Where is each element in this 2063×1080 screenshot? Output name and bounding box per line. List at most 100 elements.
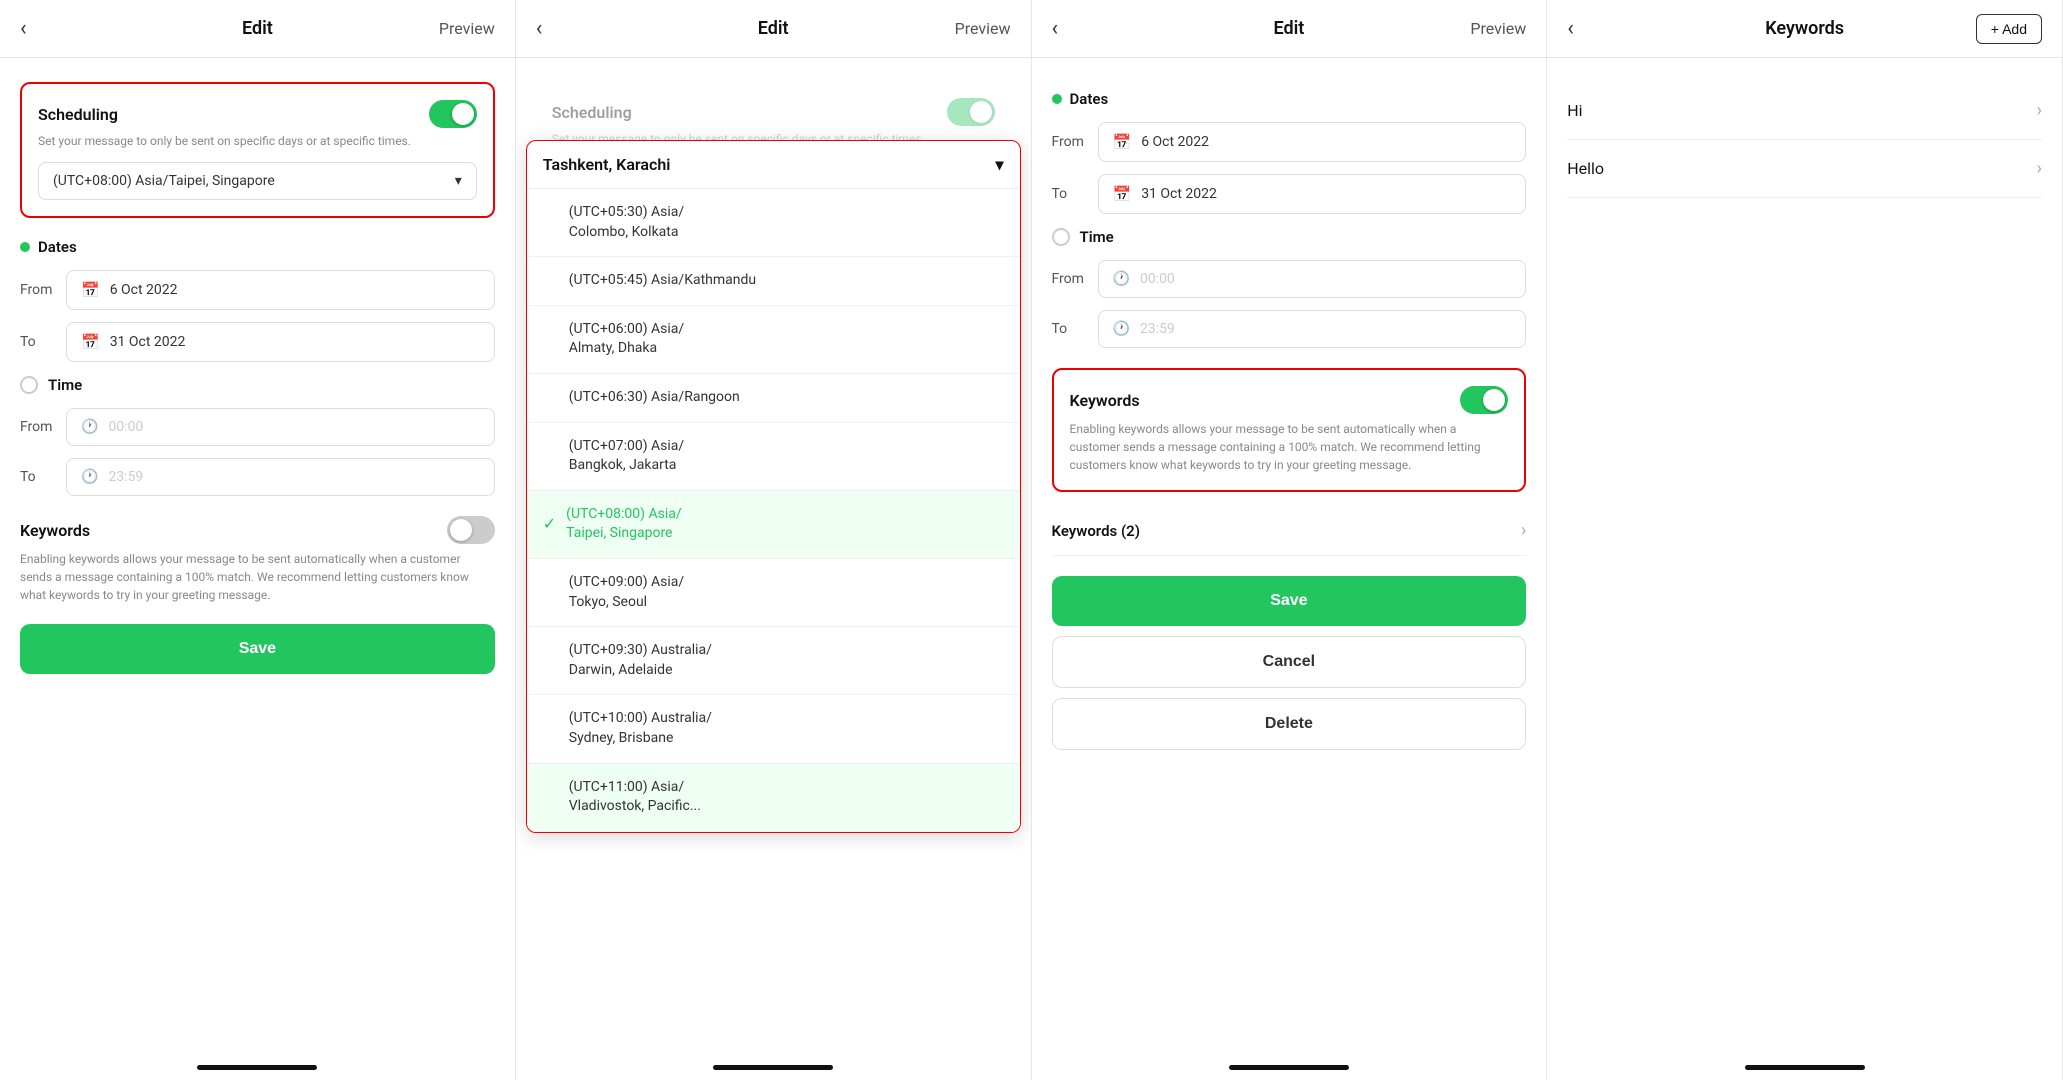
panel-2-scheduling-row: Scheduling — [552, 98, 995, 126]
panel-2-item-label-0: (UTC+05:30) Asia/Colombo, Kolkata — [569, 203, 684, 242]
panel-4-keyword-text-0: Hi — [1567, 101, 1582, 120]
panel-2-dropdown-item-5[interactable]: ✓ (UTC+08:00) Asia/Taipei, Singapore — [527, 491, 1020, 559]
panel-1-timezone-value: (UTC+08:00) Asia/Taipei, Singapore — [53, 173, 275, 189]
panel-2-scheduling-toggle[interactable] — [947, 98, 995, 126]
panel-1-time-to-input[interactable]: 🕐 23:59 — [66, 458, 495, 496]
panel-1-dates-label: Dates — [38, 238, 77, 256]
panel-3-to-label: To — [1052, 186, 1086, 202]
panel-1-to-calendar-icon: 📅 — [81, 333, 100, 351]
panel-2-back-button[interactable]: ‹ — [536, 16, 543, 41]
panel-3-back-button[interactable]: ‹ — [1052, 16, 1059, 41]
panel-3-preview-button[interactable]: Preview — [1470, 19, 1526, 38]
panel-4-content: Hi › Hello › — [1547, 58, 2062, 1055]
panel-1-from-calendar-icon: 📅 — [81, 281, 100, 299]
panel-1-time-from-clock-icon: 🕐 — [81, 419, 98, 435]
panel-2-dropdown-item-4[interactable]: (UTC+07:00) Asia/Bangkok, Jakarta — [527, 423, 1020, 491]
panel-3-time-from-value: 00:00 — [1140, 271, 1175, 287]
panel-1-time-to-label: To — [20, 469, 54, 485]
panel-2-timezone-dropdown[interactable]: Tashkent, Karachi ▾ (UTC+05:30) Asia/Col… — [526, 140, 1021, 833]
panel-1-time-from-input[interactable]: 🕐 00:00 — [66, 408, 495, 446]
panel-3-keywords-desc: Enabling keywords allows your message to… — [1070, 420, 1509, 474]
panel-3-keywords-toggle[interactable] — [1460, 386, 1508, 414]
panel-3-time-from-input[interactable]: 🕐 00:00 — [1098, 260, 1527, 298]
panel-2-dropdown-item-0[interactable]: (UTC+05:30) Asia/Colombo, Kolkata — [527, 189, 1020, 257]
panel-3-time-header: Time — [1052, 228, 1527, 246]
panel-1-keywords-title: Keywords — [20, 521, 90, 540]
panel-1-scheduling-toggle[interactable] — [429, 100, 477, 128]
panel-2-dropdown-item-9[interactable]: (UTC+11:00) Asia/Vladivostok, Pacific... — [527, 764, 1020, 832]
panel-1-to-input[interactable]: 📅 31 Oct 2022 — [66, 322, 495, 362]
panel-2-scheduling-title: Scheduling — [552, 103, 632, 122]
panel-1-scheduling-desc: Set your message to only be sent on spec… — [38, 134, 477, 148]
panel-4-keyword-text-1: Hello — [1567, 159, 1604, 178]
panel-4-add-button[interactable]: + Add — [1976, 14, 2042, 44]
panel-2-header: ‹ Edit Preview — [516, 0, 1031, 58]
panel-3-time-to-row: To 🕐 23:59 — [1052, 310, 1527, 348]
panel-2-dropdown-item-7[interactable]: (UTC+09:30) Australia/Darwin, Adelaide — [527, 627, 1020, 695]
panel-1-keywords-row: Keywords — [20, 516, 495, 544]
panel-2-dropdown-item-1[interactable]: (UTC+05:45) Asia/Kathmandu — [527, 257, 1020, 306]
panel-1-to-value: 31 Oct 2022 — [110, 334, 186, 350]
panel-3-time-to-value: 23:59 — [1140, 321, 1175, 337]
panel-3-time-from-label: From — [1052, 271, 1086, 287]
panel-3-save-button[interactable]: Save — [1052, 576, 1527, 626]
panel-4-keyword-item-1[interactable]: Hello › — [1567, 140, 2042, 198]
panel-2-item-label-9: (UTC+11:00) Asia/Vladivostok, Pacific... — [569, 778, 701, 817]
panel-2-dropdown-selected[interactable]: Tashkent, Karachi ▾ — [527, 141, 1020, 189]
panel-1-scheduling-box: Scheduling Set your message to only be s… — [20, 82, 495, 218]
panel-2-dropdown-item-2[interactable]: (UTC+06:00) Asia/Almaty, Dhaka — [527, 306, 1020, 374]
panel-3-content: Dates From 📅 6 Oct 2022 To 📅 31 Oct 2022… — [1032, 58, 1547, 1055]
panel-2-preview-button[interactable]: Preview — [955, 19, 1011, 38]
panel-3-to-value: 31 Oct 2022 — [1141, 186, 1217, 202]
panel-1-keywords-toggle[interactable] — [447, 516, 495, 544]
panel-1-from-label: From — [20, 282, 54, 298]
panel-2-dropdown-item-6[interactable]: (UTC+09:00) Asia/Tokyo, Seoul — [527, 559, 1020, 627]
panel-3-keywords-box: Keywords Enabling keywords allows your m… — [1052, 368, 1527, 492]
panel-2: ‹ Edit Preview Scheduling Set your messa… — [516, 0, 1032, 1080]
panel-2-item-label-3: (UTC+06:30) Asia/Rangoon — [569, 388, 740, 408]
panel-1-scheduling-title: Scheduling — [38, 105, 118, 124]
panel-1-timezone-select[interactable]: (UTC+08:00) Asia/Taipei, Singapore ▾ — [38, 162, 477, 200]
panel-1-time-to-row: To 🕐 23:59 — [20, 458, 495, 496]
panel-1-time-header: Time — [20, 376, 495, 394]
panel-3-time-from-row: From 🕐 00:00 — [1052, 260, 1527, 298]
panel-2-dropdown-item-3[interactable]: (UTC+06:30) Asia/Rangoon — [527, 374, 1020, 423]
panel-1-from-row: From 📅 6 Oct 2022 — [20, 270, 495, 310]
panel-3-to-input[interactable]: 📅 31 Oct 2022 — [1098, 174, 1527, 214]
panel-1-dates-dot — [20, 242, 30, 252]
panel-2-dropdown-selected-text: Tashkent, Karachi — [543, 155, 671, 174]
panel-3-keywords-row: Keywords — [1070, 386, 1509, 414]
panel-3-from-row: From 📅 6 Oct 2022 — [1052, 122, 1527, 162]
panel-2-title: Edit — [758, 18, 789, 39]
panel-2-bottom-bar — [713, 1065, 833, 1070]
panel-2-item-label-4: (UTC+07:00) Asia/Bangkok, Jakarta — [569, 437, 684, 476]
panel-1-time-from-value: 00:00 — [108, 419, 143, 435]
panel-3-cancel-button[interactable]: Cancel — [1052, 636, 1527, 688]
panel-1-back-button[interactable]: ‹ — [20, 16, 27, 41]
panel-1-time-to-value: 23:59 — [108, 469, 143, 485]
panel-1-save-button[interactable]: Save — [20, 624, 495, 674]
panel-1-from-input[interactable]: 📅 6 Oct 2022 — [66, 270, 495, 310]
panel-1-time-radio[interactable] — [20, 376, 38, 394]
panel-3-time-to-input[interactable]: 🕐 23:59 — [1098, 310, 1527, 348]
panel-3-keywords-count-row[interactable]: Keywords (2) › — [1052, 506, 1527, 556]
panel-1-to-row: To 📅 31 Oct 2022 — [20, 322, 495, 362]
panel-3-from-value: 6 Oct 2022 — [1141, 134, 1209, 150]
panel-3-from-input[interactable]: 📅 6 Oct 2022 — [1098, 122, 1527, 162]
panel-3-from-calendar-icon: 📅 — [1113, 133, 1132, 151]
panel-4-header: ‹ Keywords + Add — [1547, 0, 2062, 58]
panel-4-keyword-item-0[interactable]: Hi › — [1567, 82, 2042, 140]
panel-2-item-label-6: (UTC+09:00) Asia/Tokyo, Seoul — [569, 573, 684, 612]
panel-4-keyword-chevron-1: › — [2037, 158, 2042, 179]
panel-3-dates-dot — [1052, 94, 1062, 104]
panel-3-time-radio[interactable] — [1052, 228, 1070, 246]
panel-3-delete-button[interactable]: Delete — [1052, 698, 1527, 750]
panel-1-preview-button[interactable]: Preview — [439, 19, 495, 38]
panel-4-back-button[interactable]: ‹ — [1567, 16, 1574, 41]
panel-2-item-label-1: (UTC+05:45) Asia/Kathmandu — [569, 271, 756, 291]
panel-2-dropdown-item-8[interactable]: (UTC+10:00) Australia/Sydney, Brisbane — [527, 695, 1020, 763]
panel-1-dates-header: Dates — [20, 238, 495, 256]
panel-1-time-from-label: From — [20, 419, 54, 435]
panel-3-time-from-clock-icon: 🕐 — [1113, 271, 1130, 287]
panel-1-content: Scheduling Set your message to only be s… — [0, 58, 515, 1055]
